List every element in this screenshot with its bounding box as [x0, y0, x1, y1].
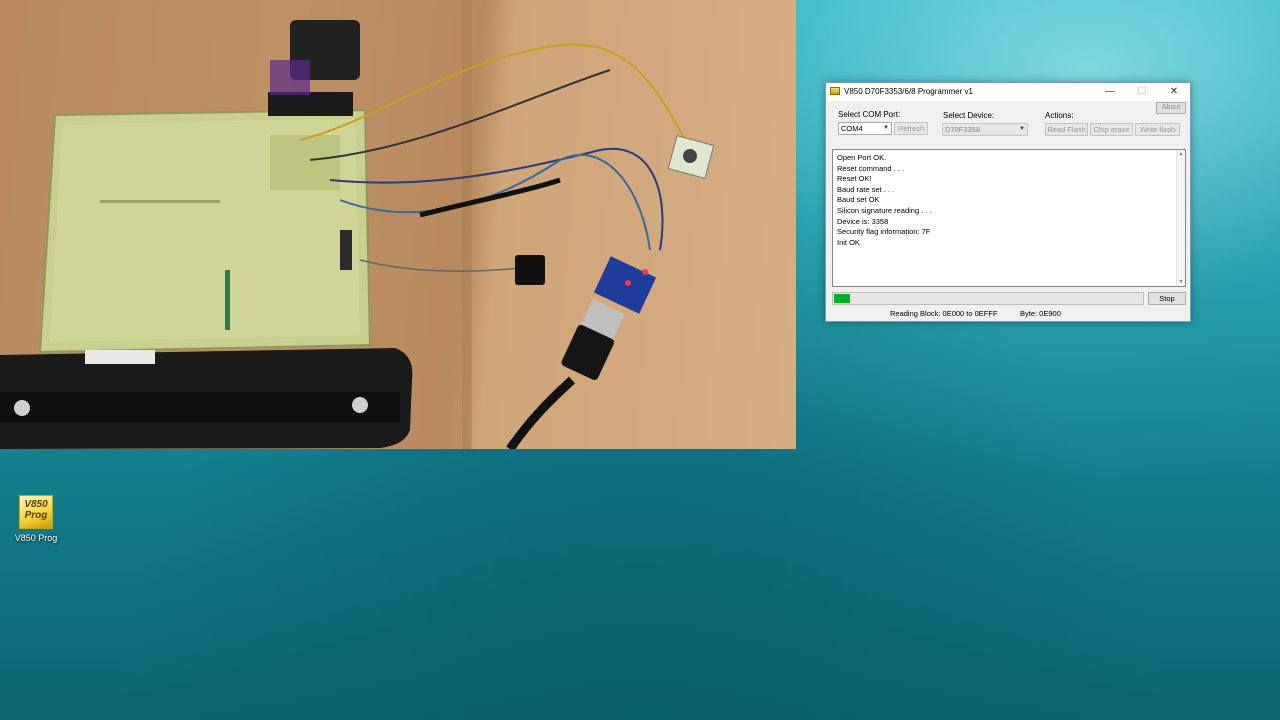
programmer-window: V850 D70F3353/6/8 Programmer v1 — ☐ ✕ Ab… [825, 82, 1191, 322]
log-line: Open Port OK. [837, 153, 887, 162]
log-line: Security flag information: 7F [837, 227, 931, 237]
log-line: Reset OK! [837, 174, 872, 184]
icon-text-line-2: Prog [24, 510, 48, 521]
title-bar[interactable]: V850 D70F3353/6/8 Programmer v1 — ☐ ✕ [826, 83, 1190, 101]
log-lines: Open Port OK. Reset command . . . Reset … [837, 153, 932, 248]
log-line: Baud set OK [837, 195, 880, 205]
log-textbox[interactable]: Open Port OK. Reset command . . . Reset … [832, 149, 1186, 287]
byte-status: Byte: 0E900 [1020, 309, 1061, 318]
reading-block-status: Reading Block: 0E000 to 0EFFF [890, 309, 998, 318]
log-line: Silicon signature reading . . . [837, 205, 932, 215]
chevron-down-icon: ▼ [1019, 126, 1025, 132]
maximize-button[interactable]: ☐ [1126, 83, 1158, 101]
hardware-photo-drawing [0, 0, 715, 449]
progress-bar [832, 292, 1144, 305]
device-label: Select Device: [943, 111, 995, 120]
write-flash-button[interactable]: Write flash [1135, 123, 1180, 136]
log-line: Init OK [837, 237, 860, 247]
icon-text-line-1: V850 [24, 499, 48, 510]
log-scrollbar[interactable]: ▲ ▼ [1176, 150, 1185, 286]
device-value: D70F3358 [945, 125, 981, 134]
desktop-shortcut-v850-prog[interactable]: V850 Prog V850 Prog [12, 495, 60, 543]
about-button[interactable]: About [1156, 102, 1186, 114]
chip-erase-button[interactable]: Chip erase [1090, 123, 1133, 136]
com-port-label: Select COM Port: [838, 110, 901, 119]
scroll-up-icon[interactable]: ▲ [1177, 151, 1185, 157]
scroll-down-icon[interactable]: ▼ [1177, 279, 1185, 285]
desktop-shortcut-label: V850 Prog [14, 533, 58, 543]
minimize-button[interactable]: — [1094, 83, 1126, 101]
com-port-value: COM4 [841, 124, 863, 133]
read-flash-button[interactable]: Read Flash [1045, 123, 1088, 136]
hardware-photo [0, 0, 796, 449]
actions-label: Actions: [1045, 111, 1074, 120]
window-title: V850 D70F3353/6/8 Programmer v1 [844, 87, 973, 96]
app-icon [830, 87, 840, 95]
progress-fill [834, 294, 850, 303]
log-line: Reset command . . . [837, 163, 905, 173]
log-line: Device is: 3358 [837, 216, 889, 226]
device-select[interactable]: D70F3358 ▼ [942, 123, 1028, 136]
com-port-select[interactable]: COM4 ▼ [838, 122, 892, 135]
v850-prog-app-icon: V850 Prog [19, 495, 53, 529]
close-button[interactable]: ✕ [1158, 83, 1190, 101]
refresh-button[interactable]: Refresh [894, 122, 928, 135]
log-line: Baud rate set . . . [837, 184, 895, 194]
chevron-down-icon: ▼ [883, 125, 889, 131]
stop-button[interactable]: Stop [1148, 292, 1186, 305]
